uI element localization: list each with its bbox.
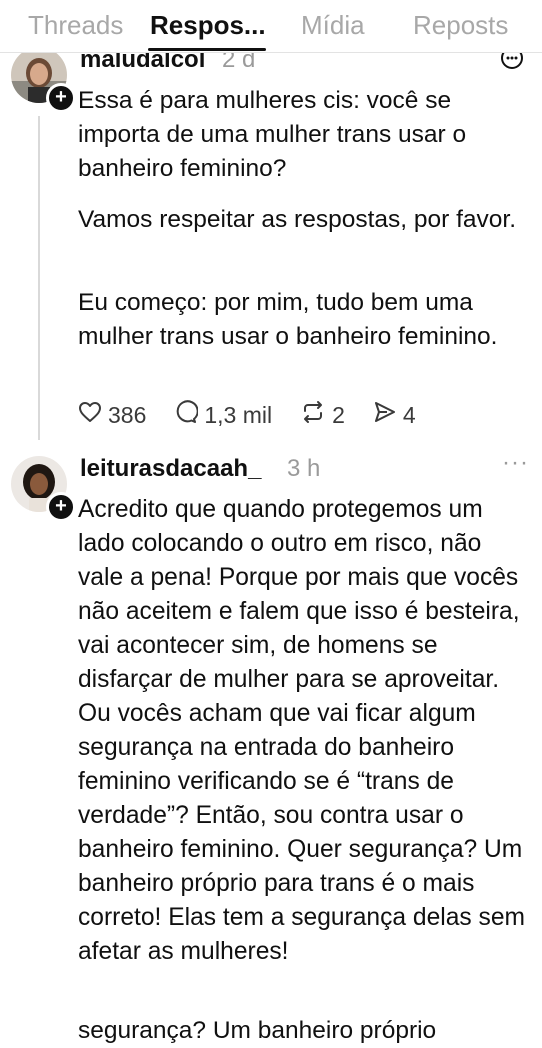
repost-button[interactable]: 2	[300, 400, 345, 430]
post-text-paragraph: Essa é para mulheres cis: você se import…	[78, 87, 467, 182]
tab-reposts[interactable]: Reposts	[413, 9, 508, 41]
heart-icon	[78, 401, 108, 429]
share-count: 4	[402, 401, 416, 428]
post-actions: 386 1,3 mil 2 4	[78, 398, 444, 432]
post-text-paragraph: Eu começo: por mim, tudo bem uma mulher …	[78, 289, 498, 350]
like-button[interactable]: 386	[78, 401, 146, 429]
post-text: Acredito que quando protegemos um lado c…	[78, 496, 525, 965]
post-timestamp: 3 h	[287, 455, 321, 482]
reply-button[interactable]: 1,3 mil	[174, 400, 272, 430]
tab-threads[interactable]: Threads	[28, 9, 123, 41]
more-icon[interactable]: ···	[502, 449, 529, 477]
repost-count: 2	[332, 401, 345, 428]
post-username[interactable]: leiturasdacaah_	[80, 455, 261, 483]
reply-count: 1,3 mil	[204, 401, 273, 428]
share-icon	[373, 400, 403, 430]
profile-tabs: Threads Respos... Mídia Reposts	[0, 0, 542, 53]
follow-plus-icon[interactable]: +	[46, 492, 76, 522]
like-count: 386	[108, 401, 147, 428]
thread-connector-line	[38, 116, 40, 440]
overflow-text-line: segurança? Um banheiro próprio	[78, 1017, 437, 1044]
comment-icon	[174, 400, 204, 430]
active-tab-indicator	[148, 48, 266, 51]
tab-midia[interactable]: Mídia	[301, 9, 365, 41]
tab-respostas[interactable]: Respos...	[150, 9, 266, 41]
repost-icon	[300, 400, 332, 430]
post-text-paragraph: Vamos respeitar as respostas, por favor.	[78, 206, 517, 233]
follow-plus-icon[interactable]: +	[46, 83, 76, 113]
share-button[interactable]: 4	[373, 400, 416, 430]
